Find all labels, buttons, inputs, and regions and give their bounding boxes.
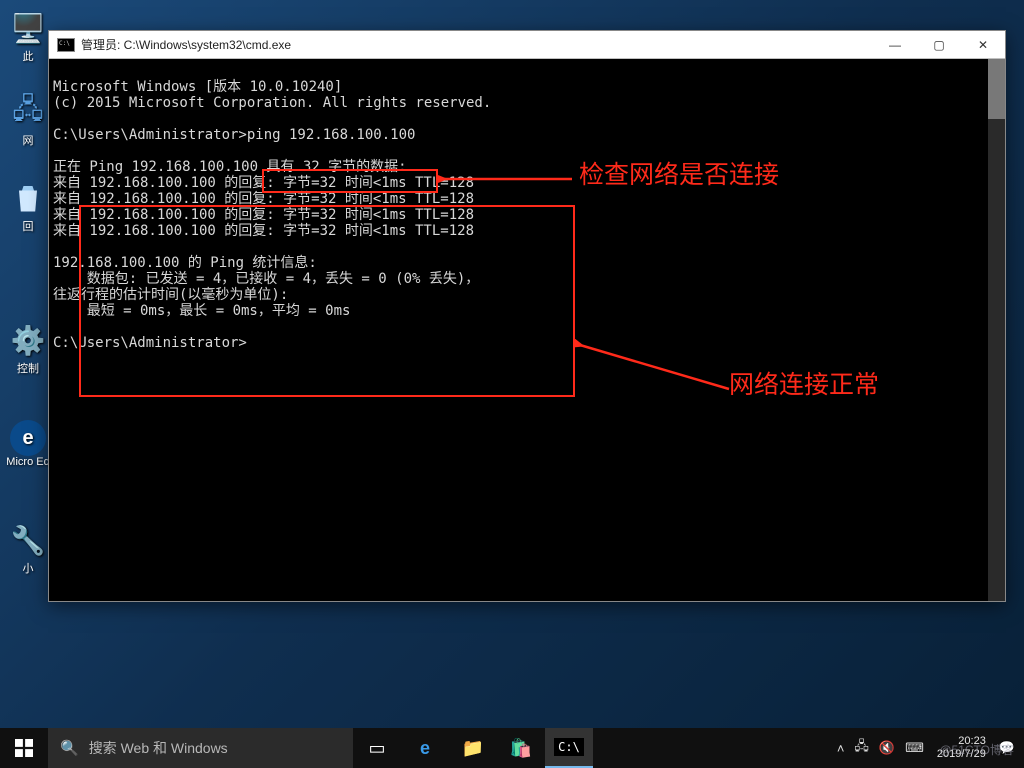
store-icon: 🛍️ xyxy=(510,738,532,759)
edge-icon: e xyxy=(10,420,46,456)
title-bar[interactable]: 管理员: C:\Windows\system32\cmd.exe — ▢ ✕ xyxy=(49,31,1005,59)
icon-label: Micro Ed xyxy=(6,456,49,468)
arrow-icon xyxy=(574,339,734,394)
recycle-bin-icon xyxy=(8,178,48,218)
cmd-icon: C:\ xyxy=(554,738,584,756)
desktop-icon-control-panel[interactable]: ⚙️ 控制 xyxy=(6,320,50,376)
taskbar-cmd[interactable]: C:\ xyxy=(545,728,593,768)
cmd-client-area: Microsoft Windows [版本 10.0.10240] (c) 20… xyxy=(49,59,1005,601)
control-panel-icon: ⚙️ xyxy=(8,320,48,360)
tray-volume[interactable]: 🔇 xyxy=(874,728,900,768)
maximize-button[interactable]: ▢ xyxy=(917,31,961,58)
icon-label: 小 xyxy=(23,560,34,576)
terminal-output[interactable]: Microsoft Windows [版本 10.0.10240] (c) 20… xyxy=(49,59,988,601)
taskbar-pinned: ▭ e 📁 🛍️ C:\ xyxy=(353,728,593,768)
desktop-icon-this-pc[interactable]: 🖥️ 此 xyxy=(6,8,50,64)
icon-label: 此 xyxy=(23,48,34,64)
network-tray-icon: 🖧 xyxy=(854,737,869,759)
edge-icon: e xyxy=(420,738,430,759)
computer-icon: 🖥️ xyxy=(8,8,48,48)
task-view-icon: ▭ xyxy=(368,738,385,759)
annotation-box-command xyxy=(262,169,438,193)
folder-icon: 📁 xyxy=(462,738,484,759)
tray-network[interactable]: 🖧 xyxy=(849,728,874,768)
desktop-icon-network[interactable]: 🖧 网 xyxy=(6,92,50,148)
tray-ime[interactable]: ⌨ xyxy=(900,728,929,768)
taskbar: 🔍 搜索 Web 和 Windows ▭ e 📁 🛍️ C:\ ˄ 🖧 🔇 ⌨ … xyxy=(0,728,1024,768)
arrow-icon xyxy=(437,169,577,189)
annotation-text-check: 检查网络是否连接 xyxy=(579,167,779,183)
watermark: @51CTO博客 xyxy=(939,741,1014,758)
ime-icon: ⌨ xyxy=(905,740,924,756)
icon-label: 回 xyxy=(23,218,34,234)
scrollbar[interactable] xyxy=(988,59,1005,601)
volume-icon: 🔇 xyxy=(879,740,895,756)
chevron-up-icon: ˄ xyxy=(837,741,845,756)
annotation-box-output xyxy=(79,205,575,397)
icon-label: 控制 xyxy=(17,360,39,376)
search-icon: 🔍 xyxy=(60,739,79,757)
search-box[interactable]: 🔍 搜索 Web 和 Windows xyxy=(48,728,353,768)
network-icon: 🖧 xyxy=(8,92,48,132)
search-placeholder: 搜索 Web 和 Windows xyxy=(89,738,228,758)
taskbar-explorer[interactable]: 📁 xyxy=(449,728,497,768)
icon-label: 网 xyxy=(23,132,34,148)
annotation-text-ok: 网络连接正常 xyxy=(729,377,879,393)
desktop-icon-tool[interactable]: 🔧 小 xyxy=(6,520,50,576)
terminal-line: (c) 2015 Microsoft Corporation. All righ… xyxy=(53,95,491,111)
cmd-window: 管理员: C:\Windows\system32\cmd.exe — ▢ ✕ M… xyxy=(48,30,1006,602)
desktop-icon-recycle-bin[interactable]: 回 xyxy=(6,178,50,234)
cmd-icon xyxy=(57,38,75,52)
close-button[interactable]: ✕ xyxy=(961,31,1005,58)
task-view-button[interactable]: ▭ xyxy=(353,728,401,768)
taskbar-store[interactable]: 🛍️ xyxy=(497,728,545,768)
scrollbar-thumb[interactable] xyxy=(988,59,1005,119)
minimize-button[interactable]: — xyxy=(873,31,917,58)
taskbar-spacer xyxy=(593,728,832,768)
terminal-prompt: C:\Users\Administrator>ping 192.168.100.… xyxy=(53,127,415,143)
window-buttons: — ▢ ✕ xyxy=(873,31,1005,58)
desktop-icon-edge[interactable]: e Micro Ed xyxy=(6,420,50,468)
start-button[interactable] xyxy=(0,728,48,768)
window-title: 管理员: C:\Windows\system32\cmd.exe xyxy=(81,36,873,53)
terminal-line: Microsoft Windows [版本 10.0.10240] xyxy=(53,79,342,95)
tray-chevron-up[interactable]: ˄ xyxy=(832,728,850,768)
tool-icon: 🔧 xyxy=(8,520,48,560)
taskbar-edge[interactable]: e xyxy=(401,728,449,768)
windows-logo-icon xyxy=(15,739,33,757)
